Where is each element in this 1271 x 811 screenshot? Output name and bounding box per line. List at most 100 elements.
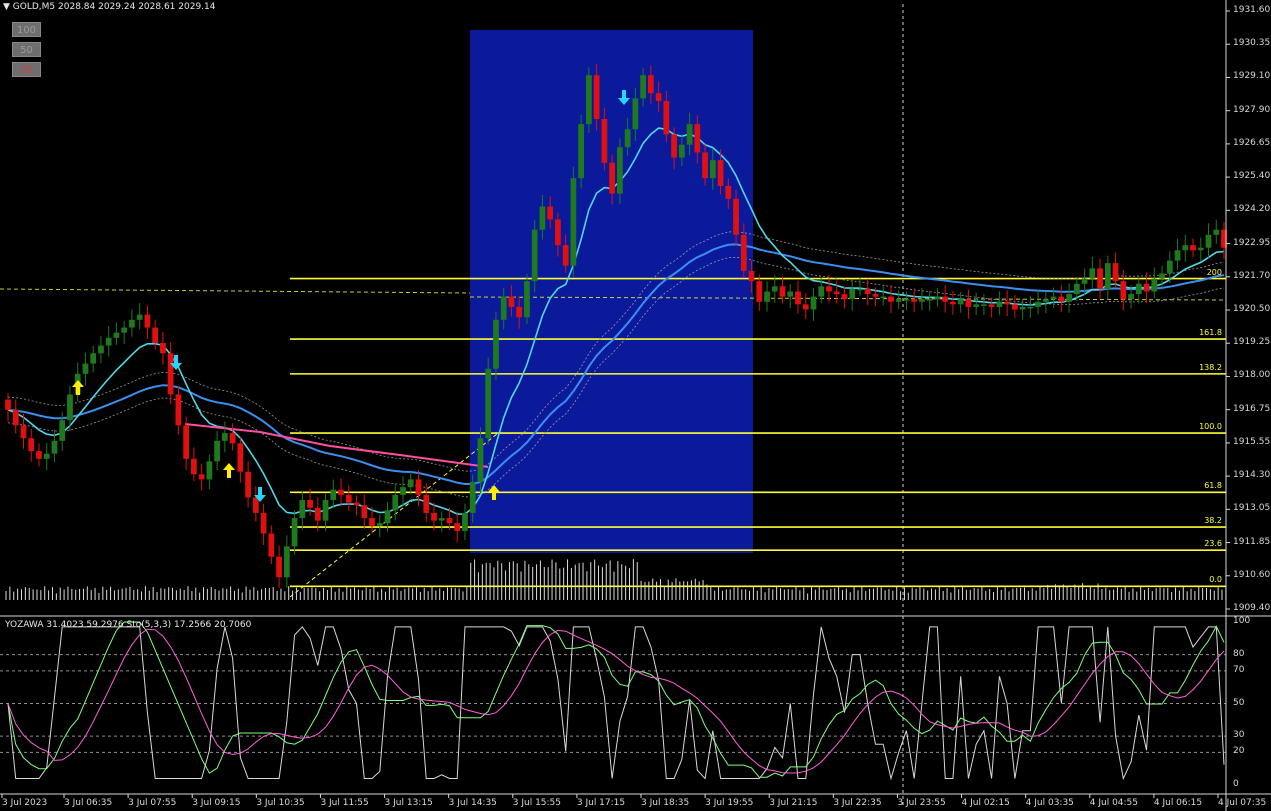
- price-bar: [462, 503, 468, 541]
- price-bar: [113, 322, 120, 345]
- price-tick-label: 1931.60: [1233, 5, 1271, 15]
- price-tick-label: 1909.40: [1233, 603, 1271, 613]
- time-tick-label: 3 Jul 23:55: [897, 798, 946, 808]
- price-bar: [245, 461, 251, 508]
- price-bar: [864, 278, 871, 306]
- price-bar: [299, 490, 306, 530]
- osc-tick-label: 50: [1233, 697, 1245, 708]
- time-tick-label: 3 Jul 21:15: [769, 798, 818, 808]
- price-tick-label: 1926.65: [1233, 137, 1271, 148]
- price-bar: [1205, 223, 1212, 258]
- price-bar: [857, 277, 863, 296]
- price-bar: [283, 535, 290, 588]
- price-bar: [570, 166, 577, 277]
- zoom-25-button[interactable]: 25: [12, 62, 41, 77]
- price-bar: [198, 463, 205, 491]
- price-bar: [926, 290, 933, 311]
- price-bar: [345, 485, 352, 511]
- time-tick-label: 3 Jul 14:35: [448, 798, 497, 808]
- time-tick-label: 4 Jul 06:15: [1153, 798, 1203, 808]
- price-tick-label: 1927.90: [1233, 104, 1271, 115]
- price-bar: [1097, 258, 1103, 299]
- price-tick-label: 1913.05: [1233, 503, 1271, 514]
- price-bar: [1190, 238, 1196, 258]
- fibonacci-levels: [290, 277, 1226, 588]
- stochastic-main-line: [7, 621, 1225, 778]
- price-tick-label: 1924.20: [1233, 204, 1271, 215]
- price-bar: [98, 335, 104, 364]
- price-bar: [880, 286, 887, 306]
- price-bar: [268, 525, 275, 565]
- time-tick-label: 3 Jul 10:35: [256, 798, 305, 808]
- time-tick-label: 3 Jul 15:55: [512, 798, 562, 808]
- price-bar: [965, 289, 972, 319]
- price-bar: [152, 319, 159, 350]
- price-tick-label: 1929.10: [1233, 71, 1271, 82]
- price-bar: [795, 280, 801, 314]
- collapse-arrow-icon[interactable]: ▼: [3, 2, 10, 12]
- time-tick-label: 3 Jul 09:15: [192, 798, 241, 808]
- price-bar: [129, 309, 135, 337]
- price-tick-label: 1925.40: [1233, 171, 1271, 182]
- price-bar: [314, 497, 321, 532]
- fib-label: 23.6: [1204, 539, 1222, 549]
- osc-tick-label: 80: [1233, 648, 1245, 659]
- time-tick-label: 4 Jul 04:55: [1089, 798, 1139, 808]
- volume-bars: [5, 559, 1227, 600]
- price-bar: [756, 274, 763, 311]
- price-tick-label: 1919.25: [1233, 337, 1271, 348]
- price-tick-label: 1922.95: [1233, 237, 1271, 248]
- fib-label: 0.0: [1209, 575, 1222, 585]
- price-bar: [221, 421, 228, 453]
- price-bar: [90, 345, 97, 373]
- price-bar: [260, 503, 267, 546]
- price-bar: [1104, 256, 1111, 301]
- price-bar: [82, 352, 89, 386]
- price-bar: [841, 286, 848, 309]
- price-bar: [291, 510, 298, 555]
- price-bar: [973, 292, 980, 315]
- price-bar: [1089, 256, 1096, 288]
- time-tick-label: 3 Jul 07:55: [128, 798, 177, 808]
- price-bar: [36, 443, 42, 467]
- price-bar: [911, 288, 918, 312]
- time-tick-label: 3 Jul 19:55: [705, 798, 754, 808]
- price-tick-label: 1918.00: [1233, 370, 1271, 381]
- price-bar: [5, 393, 11, 422]
- price-bar: [214, 430, 220, 471]
- price-bar: [1182, 234, 1189, 262]
- time-tick-label: 3 Jul 2023: [2, 798, 48, 808]
- price-chart[interactable]: [0, 0, 1271, 811]
- price-bar: [996, 291, 1003, 315]
- price-bar: [888, 285, 894, 314]
- price-bar: [454, 511, 461, 543]
- price-bar: [160, 331, 166, 365]
- price-bar: [407, 471, 414, 495]
- price-bar: [438, 511, 445, 532]
- zoom-50-button[interactable]: 50: [12, 42, 41, 57]
- price-tick-label: 1914.30: [1233, 470, 1271, 481]
- price-bar: [485, 357, 492, 445]
- fib-label: 161.8: [1199, 328, 1222, 338]
- price-bar: [376, 514, 383, 538]
- price-bar: [988, 297, 995, 318]
- price-tick-label: 1916.75: [1233, 403, 1271, 414]
- time-tick-label: 3 Jul 11:55: [320, 798, 369, 808]
- price-bar: [392, 483, 399, 521]
- time-tick-label: 3 Jul 22:35: [833, 798, 882, 808]
- price-bar: [105, 326, 112, 357]
- price-bar: [121, 320, 128, 345]
- price-bar: [1159, 265, 1165, 290]
- price-tick-label: 1930.35: [1233, 38, 1271, 49]
- time-tick-label: 4 Jul 02:15: [961, 798, 1010, 808]
- osc-tick-label: 0: [1233, 779, 1239, 789]
- price-bar: [1151, 267, 1158, 299]
- osc-tick-label: 70: [1233, 664, 1245, 675]
- price-tick-label: 1921.70: [1233, 270, 1271, 281]
- level-line: [0, 288, 471, 294]
- price-bar: [578, 114, 585, 189]
- price-bar: [191, 447, 197, 481]
- price-bar: [1213, 220, 1220, 244]
- zoom-100-button[interactable]: 100: [12, 22, 41, 37]
- price-bar: [934, 287, 941, 307]
